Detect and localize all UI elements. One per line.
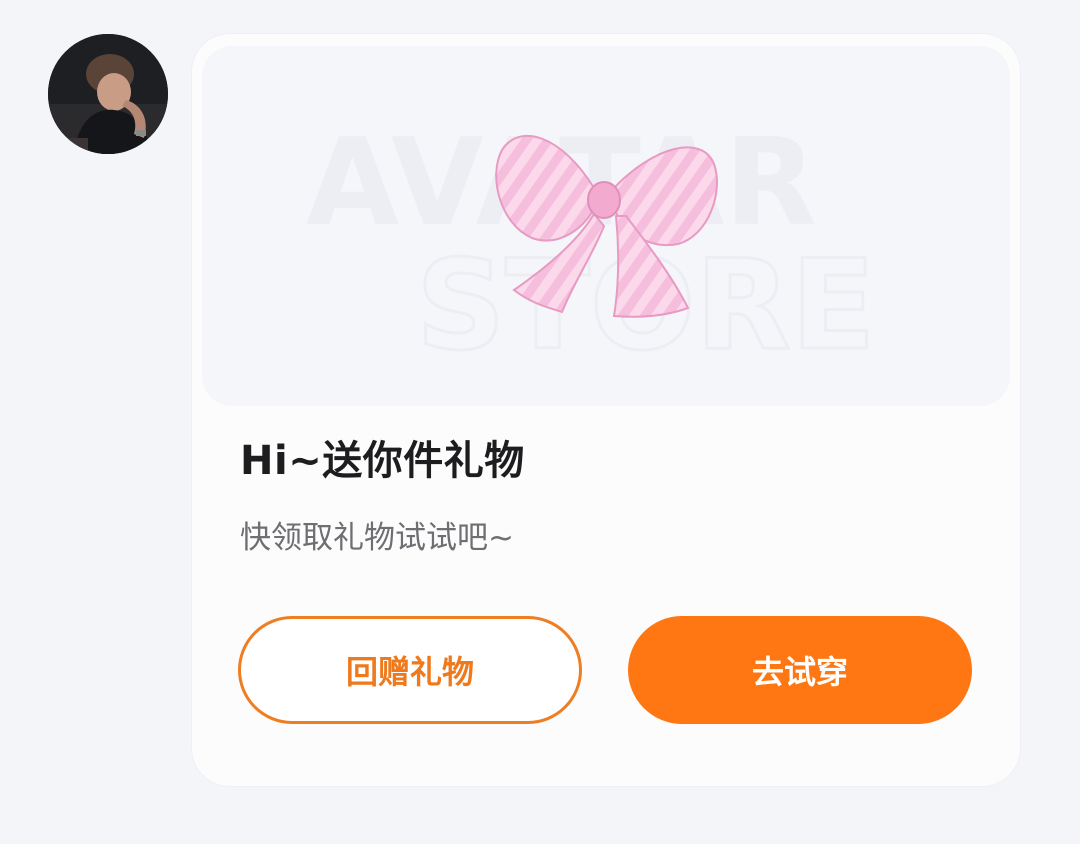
gift-message-card: AVATAR STORE Hi~送你件礼物 快领取礼物试试吧~ 回赠礼物 去试穿 (192, 34, 1020, 786)
gift-banner: AVATAR STORE (202, 46, 1010, 406)
gift-subtitle: 快领取礼物试试吧~ (240, 520, 514, 556)
avatar-photo (48, 34, 168, 154)
gift-title: Hi~送你件礼物 (240, 438, 525, 484)
return-gift-button[interactable]: 回赠礼物 (238, 616, 582, 724)
sender-avatar[interactable] (48, 34, 168, 154)
try-on-button[interactable]: 去试穿 (628, 616, 972, 724)
